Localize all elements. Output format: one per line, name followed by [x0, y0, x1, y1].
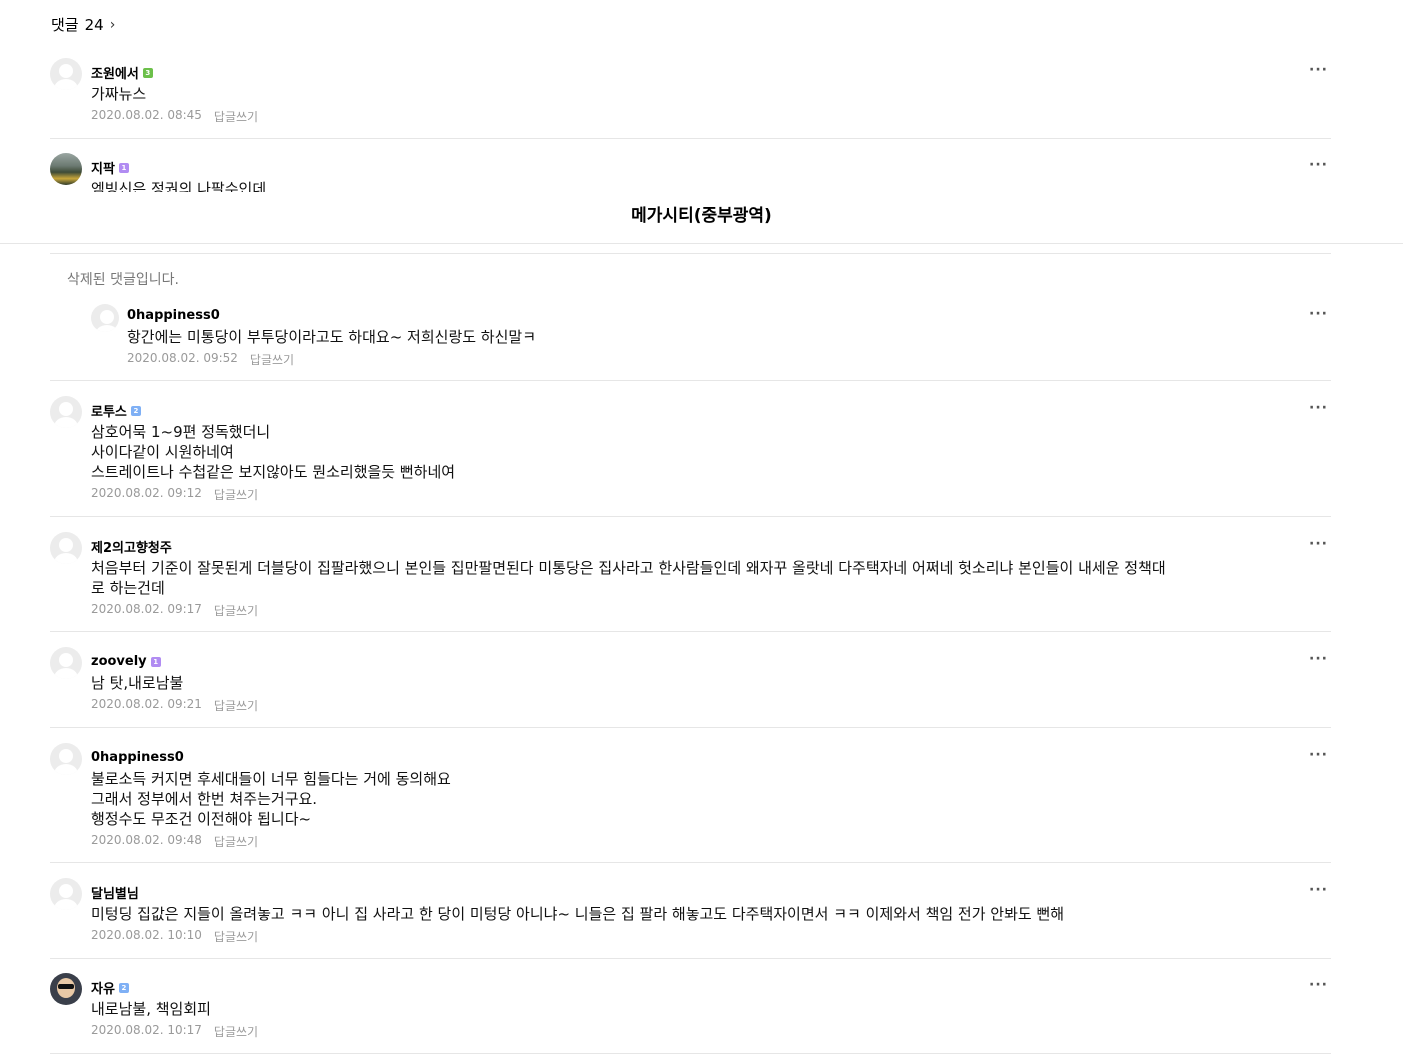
- reply-button[interactable]: 답글쓰기: [250, 351, 294, 368]
- avatar[interactable]: [50, 58, 82, 90]
- comment-author[interactable]: zoovely 1: [91, 654, 161, 669]
- comments-count-link[interactable]: 댓글 24 ›: [51, 14, 115, 35]
- comment-date: 2020.08.02. 08:45: [91, 108, 202, 122]
- reply-button[interactable]: 답글쓰기: [214, 602, 258, 619]
- avatar[interactable]: [50, 973, 82, 1005]
- comment-meta: 2020.08.02. 09:48 답글쓰기: [91, 833, 258, 850]
- comment-meta: 2020.08.02. 10:10 답글쓰기: [91, 928, 258, 945]
- level-badge-icon: 1: [150, 656, 161, 667]
- comment-date: 2020.08.02. 09:52: [127, 351, 238, 365]
- comment-meta: 2020.08.02. 09:12 답글쓰기: [91, 486, 258, 503]
- avatar[interactable]: [50, 743, 82, 775]
- comment-text: 처음부터 기준이 잘못된게 더블당이 집팔라했으니 본인들 집만팔면된다 미통당…: [91, 559, 1166, 597]
- reply-button[interactable]: 답글쓰기: [214, 928, 258, 945]
- comments-label: 댓글: [51, 16, 79, 34]
- more-options-icon[interactable]: ···: [1309, 882, 1328, 898]
- avatar[interactable]: [50, 396, 82, 428]
- comment-item: 자유 2 내로남불, 책임회피 2020.08.02. 10:17 답글쓰기 ··…: [50, 971, 1331, 1054]
- reply-button[interactable]: 답글쓰기: [214, 1023, 258, 1040]
- comment-date: 2020.08.02. 09:17: [91, 602, 202, 616]
- comment-text: 엠빙신은 정권의 나팔수인데: [91, 180, 267, 193]
- comment-author[interactable]: 달님별님: [91, 883, 139, 902]
- comment-text: 항간에는 미통당이 부투당이라고도 하대요~ 저희신랑도 하신말ㅋ: [127, 328, 537, 346]
- avatar[interactable]: [50, 532, 82, 564]
- deleted-comment-text: 삭제된 댓글입니다.: [67, 272, 179, 288]
- comment-text: 남 탓,내로남불: [91, 674, 184, 692]
- more-options-icon[interactable]: ···: [1309, 62, 1328, 78]
- comment-date: 2020.08.02. 09:48: [91, 833, 202, 847]
- avatar[interactable]: [50, 647, 82, 679]
- comments-count: 24: [84, 15, 104, 34]
- comment-meta: 2020.08.02. 10:17 답글쓰기: [91, 1023, 258, 1040]
- comment-author[interactable]: 제2의고향청주: [91, 537, 172, 556]
- comment-item: 달님별님 미텅딩 집값은 지들이 올려놓고 ㅋㅋ 아니 집 사라고 한 당이 미…: [50, 876, 1331, 959]
- comment-date: 2020.08.02. 09:12: [91, 486, 202, 500]
- comment-author[interactable]: 지팍 1: [91, 158, 129, 177]
- cafe-title-bar: 메가시티(중부광역): [0, 192, 1403, 244]
- level-badge-icon: 1: [118, 162, 129, 173]
- more-options-icon[interactable]: ···: [1309, 400, 1328, 416]
- comment-meta: 2020.08.02. 09:17 답글쓰기: [91, 602, 258, 619]
- reply-comment-item: 0happiness0 항간에는 미통당이 부투당이라고도 하대요~ 저희신랑도…: [50, 302, 1331, 381]
- comment-author[interactable]: 조원에서 3: [91, 63, 153, 82]
- reply-button[interactable]: 답글쓰기: [214, 108, 258, 125]
- comment-date: 2020.08.02. 09:21: [91, 697, 202, 711]
- comment-meta: 2020.08.02. 09:52 답글쓰기: [127, 351, 294, 368]
- more-options-icon[interactable]: ···: [1309, 306, 1328, 322]
- reply-button[interactable]: 답글쓰기: [214, 833, 258, 850]
- more-options-icon[interactable]: ···: [1309, 536, 1328, 552]
- avatar[interactable]: [50, 878, 82, 910]
- comment-meta: 2020.08.02. 08:45 답글쓰기: [91, 108, 258, 125]
- avatar[interactable]: [50, 153, 82, 185]
- comment-text: 삼호어묵 1~9편 정독했더니 사이다같이 시원하네여 스트레이트나 수첩같은 …: [91, 423, 456, 481]
- comment-text: 내로남불, 책임회피: [91, 1000, 211, 1018]
- reply-button[interactable]: 답글쓰기: [214, 486, 258, 503]
- comment-date: 2020.08.02. 10:17: [91, 1023, 202, 1037]
- comment-meta: 2020.08.02. 09:21 답글쓰기: [91, 697, 258, 714]
- comment-text: 미텅딩 집값은 지들이 올려놓고 ㅋㅋ 아니 집 사라고 한 당이 미텅당 아니…: [91, 905, 1065, 923]
- comment-item: zoovely 1 남 탓,내로남불 2020.08.02. 09:21 답글쓰기…: [50, 645, 1331, 728]
- comment-item: 조원에서 3 가짜뉴스 2020.08.02. 08:45 답글쓰기 ···: [50, 56, 1331, 139]
- more-options-icon[interactable]: ···: [1309, 977, 1328, 993]
- more-options-icon[interactable]: ···: [1309, 747, 1328, 763]
- level-badge-icon: 3: [142, 67, 153, 78]
- comment-item: 0happiness0 불로소득 커지면 후세대들이 너무 힘들다는 거에 동의…: [50, 741, 1331, 863]
- comment-author[interactable]: 로투스 2: [91, 401, 141, 420]
- comment-author[interactable]: 0happiness0: [91, 750, 184, 765]
- comment-author[interactable]: 0happiness0: [127, 308, 220, 323]
- level-badge-icon: 2: [118, 982, 129, 993]
- avatar[interactable]: [91, 304, 119, 332]
- comment-author[interactable]: 자유 2: [91, 978, 129, 997]
- reply-button[interactable]: 답글쓰기: [214, 697, 258, 714]
- comment-item: 지팍 1 엠빙신은 정권의 나팔수인데 ···: [50, 151, 1331, 193]
- comment-item: 로투스 2 삼호어묵 1~9편 정독했더니 사이다같이 시원하네여 스트레이트나 …: [50, 394, 1331, 517]
- comment-text: 불로소득 커지면 후세대들이 너무 힘들다는 거에 동의해요 그래서 정부에서 …: [91, 770, 451, 828]
- comment-date: 2020.08.02. 10:10: [91, 928, 202, 942]
- comment-text: 가짜뉴스: [91, 85, 147, 103]
- more-options-icon[interactable]: ···: [1309, 157, 1328, 173]
- level-badge-icon: 2: [130, 405, 141, 416]
- chevron-right-icon: ›: [109, 16, 116, 33]
- more-options-icon[interactable]: ···: [1309, 651, 1328, 667]
- divider: [50, 253, 1331, 254]
- comment-item: 제2의고향청주 처음부터 기준이 잘못된게 더블당이 집팔라했으니 본인들 집만…: [50, 530, 1331, 632]
